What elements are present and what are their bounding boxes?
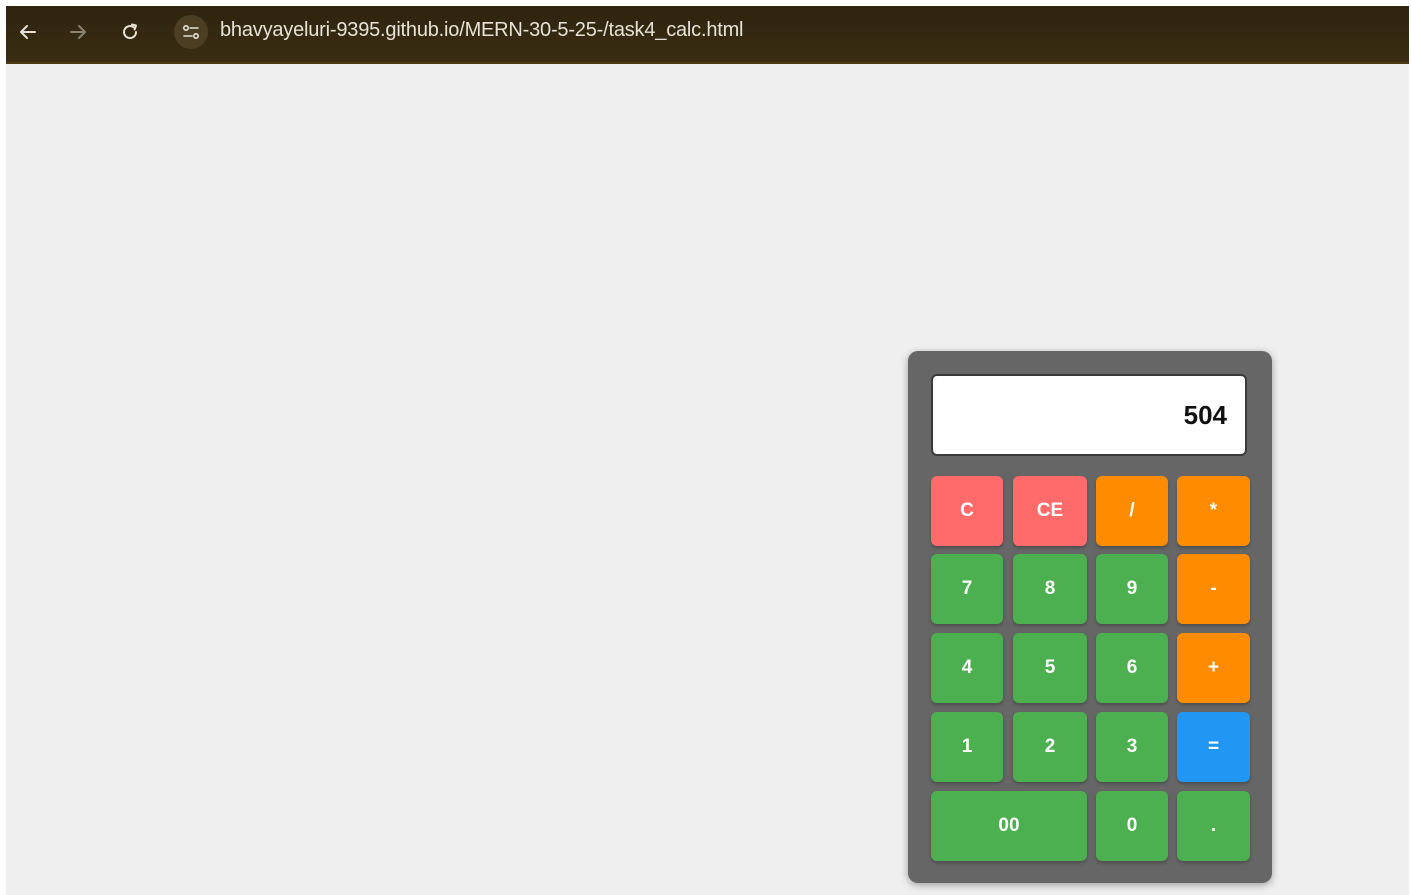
- add-button[interactable]: +: [1177, 633, 1250, 703]
- site-info-button[interactable]: [174, 15, 208, 49]
- calculator-display: 504: [931, 374, 1247, 456]
- decimal-button[interactable]: .: [1177, 791, 1250, 861]
- divide-button[interactable]: /: [1096, 476, 1168, 546]
- zero-button[interactable]: 0: [1096, 791, 1168, 861]
- equals-button[interactable]: =: [1177, 712, 1250, 782]
- reload-button[interactable]: [114, 16, 146, 48]
- back-button[interactable]: [12, 16, 44, 48]
- calculator: 504 C CE / * 7 8 9 - 4 5 6 + 1 2 3 = 00 …: [908, 351, 1272, 883]
- clear-entry-button[interactable]: CE: [1013, 476, 1087, 546]
- nine-button[interactable]: 9: [1096, 554, 1168, 624]
- double-zero-button[interactable]: 00: [931, 791, 1087, 861]
- three-button[interactable]: 3: [1096, 712, 1168, 782]
- browser-window: bhavyayeluri-9395.github.io/MERN-30-5-25…: [6, 6, 1409, 895]
- four-button[interactable]: 4: [931, 633, 1003, 703]
- site-settings-icon: [182, 24, 200, 40]
- subtract-button[interactable]: -: [1177, 554, 1250, 624]
- clear-button[interactable]: C: [931, 476, 1003, 546]
- address-bar[interactable]: bhavyayeluri-9395.github.io/MERN-30-5-25…: [220, 19, 744, 42]
- six-button[interactable]: 6: [1096, 633, 1168, 703]
- five-button[interactable]: 5: [1013, 633, 1087, 703]
- forward-button[interactable]: [62, 16, 94, 48]
- arrow-right-icon: [70, 25, 86, 39]
- eight-button[interactable]: 8: [1013, 554, 1087, 624]
- one-button[interactable]: 1: [931, 712, 1003, 782]
- arrow-left-icon: [20, 25, 36, 39]
- reload-icon: [123, 23, 138, 40]
- multiply-button[interactable]: *: [1177, 476, 1250, 546]
- seven-button[interactable]: 7: [931, 554, 1003, 624]
- browser-toolbar: bhavyayeluri-9395.github.io/MERN-30-5-25…: [6, 6, 1409, 64]
- two-button[interactable]: 2: [1013, 712, 1087, 782]
